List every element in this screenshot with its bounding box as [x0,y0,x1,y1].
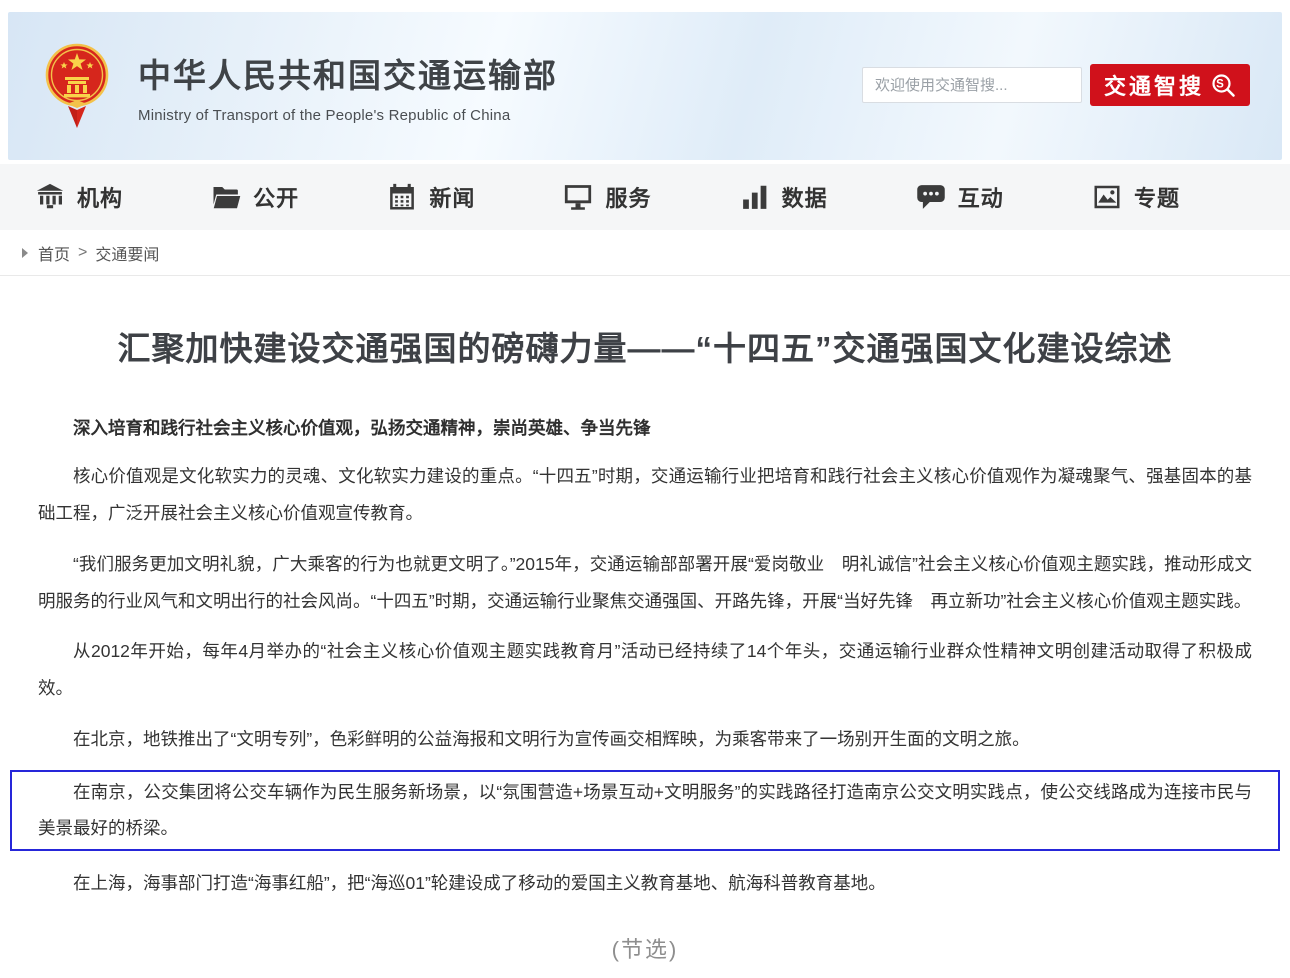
bar-chart-icon [740,182,770,212]
article-paragraph: 核心价值观是文化软实力的灵魂、文化软实力建设的重点。“十四五”时期，交通运输行业… [38,458,1252,532]
bank-icon [35,182,65,212]
highlighted-paragraph-box: 在南京，公交集团将公交车辆作为民生服务新场景，以“氛围营造+场景互动+文明服务”… [10,770,1280,852]
article-paragraph: 在上海，海事部门打造“海事红船”，把“海巡01”轮建设成了移动的爱国主义教育基地… [38,865,1252,902]
search-input[interactable] [862,67,1082,103]
nav-item-interaction[interactable]: 互动 [916,181,1004,213]
smart-search-button[interactable]: 交通智搜 S [1090,64,1250,106]
calendar-icon [387,182,417,212]
nav-label: 机构 [77,181,123,213]
highlighted-paragraph: 在南京，公交集团将公交车辆作为民生服务新场景，以“氛围营造+场景互动+文明服务”… [38,774,1252,848]
folder-icon [211,182,241,212]
breadcrumb-current[interactable]: 交通要闻 [95,241,159,265]
search-icon: S [1210,72,1236,98]
article-subtitle: 深入培育和践行社会主义核心价值观，弘扬交通精神，崇尚英雄、争当先锋 [38,413,1252,445]
monitor-icon [563,182,593,212]
article-title: 汇聚加快建设交通强国的磅礴力量——“十四五”交通强国文化建设综述 [38,328,1252,371]
national-emblem-logo [44,40,110,132]
search-area: 交通智搜 S [862,64,1250,106]
svg-text:S: S [1216,79,1227,91]
search-button-label: 交通智搜 [1104,69,1204,101]
breadcrumb-home-link[interactable]: 首页 [38,241,70,265]
nav-label: 公开 [253,181,299,213]
site-title: 中华人民共和国交通运输部 [138,49,558,97]
nav-label: 服务 [605,181,651,213]
breadcrumb: 首页 > 交通要闻 [0,230,1290,276]
picture-icon [1092,182,1122,212]
excerpt-note: (节选) [38,932,1252,964]
nav-item-orgs[interactable]: 机构 [35,181,123,213]
site-title-english: Ministry of Transport of the People's Re… [138,107,558,124]
nav-item-news[interactable]: 新闻 [387,181,475,213]
article-paragraph: 从2012年开始，每年4月举办的“社会主义核心价值观主题实践教育月”活动已经持续… [38,633,1252,707]
article-body: 汇聚加快建设交通强国的磅礴力量——“十四五”交通强国文化建设综述 深入培育和践行… [0,276,1290,964]
article-paragraph: 在北京，地铁推出了“文明专列”，色彩鲜明的公益海报和文明行为宣传画交相辉映，为乘… [38,721,1252,758]
nav-label: 新闻 [429,181,475,213]
nav-label: 专题 [1134,181,1180,213]
nav-item-services[interactable]: 服务 [563,181,651,213]
breadcrumb-separator: > [78,244,87,262]
chat-icon [916,182,946,212]
breadcrumb-arrow-icon [22,248,28,258]
nav-item-data[interactable]: 数据 [740,181,828,213]
nav-label: 互动 [958,181,1004,213]
nav-item-topics[interactable]: 专题 [1092,181,1180,213]
header-banner: 中华人民共和国交通运输部 Ministry of Transport of th… [8,12,1282,160]
nav-item-public[interactable]: 公开 [211,181,299,213]
nav-label: 数据 [782,181,828,213]
main-nav: 机构 公开 新闻 服务 数据 互动 专题 [0,164,1290,230]
article-paragraph: “我们服务更加文明礼貌，广大乘客的行为也就更文明了。”2015年，交通运输部部署… [38,546,1252,620]
